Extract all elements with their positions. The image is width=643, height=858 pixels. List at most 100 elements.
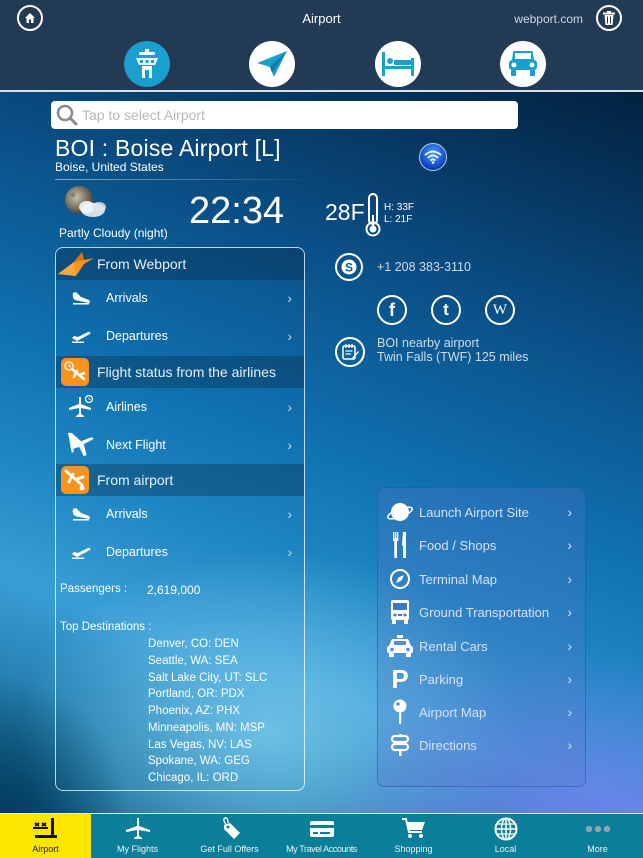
parking-row[interactable]: P Parking › [378, 664, 585, 694]
section-title: From airport [97, 472, 174, 488]
wifi-icon [424, 150, 442, 164]
terminal-map-row[interactable]: Terminal Map › [378, 564, 585, 594]
tab-bar: Airport My Flights Get Full Offers My Tr… [0, 813, 643, 858]
next-flight-row[interactable]: Next Flight › [56, 427, 304, 463]
destinations-label: Top Destinations : [60, 621, 152, 633]
departure-plane-icon [68, 323, 94, 349]
car-icon [509, 51, 537, 76]
twitter-button[interactable]: t [431, 295, 461, 325]
category-cars-button[interactable] [500, 41, 546, 87]
plane-icon [125, 814, 150, 844]
twitter-icon: t [443, 300, 449, 319]
row-label: Directions [419, 737, 477, 753]
chevron-right-icon: › [567, 638, 572, 654]
airport-icon [32, 814, 59, 844]
chevron-right-icon: › [287, 544, 292, 560]
bed-icon [382, 52, 414, 76]
divider [55, 179, 325, 180]
destination-item: Phoenix, AZ: PHX [148, 705, 241, 717]
row-label: Next Flight [106, 438, 166, 452]
airlines-row[interactable]: Airlines › [56, 389, 304, 425]
destination-item: Spokane, WA: GEG [148, 755, 250, 767]
row-label: Launch Airport Site [419, 504, 529, 520]
cart-icon [401, 814, 426, 844]
section-title: From Webport [97, 256, 187, 272]
row-label: Parking [419, 671, 464, 687]
directions-row[interactable]: Directions › [378, 730, 585, 760]
row-label: Ground Transportation [419, 604, 550, 620]
nearby-airport-title: BOI nearby airport [377, 336, 480, 350]
trash-icon [603, 11, 615, 25]
ground-transportation-row[interactable]: Ground Transportation › [378, 597, 585, 627]
airport-name: BOI : Boise Airport [L] [55, 135, 281, 161]
webport-departures-row[interactable]: Departures › [56, 318, 304, 354]
destination-item: Portland, OR: PDX [148, 688, 245, 700]
airport-arrivals-row[interactable]: Arrivals › [56, 496, 304, 532]
food-shops-row[interactable]: Food / Shops › [378, 530, 585, 560]
more-dots-icon [585, 814, 611, 844]
flight-status-icon [61, 358, 89, 386]
airport-map-row[interactable]: Airport Map › [378, 697, 585, 727]
category-flights-button[interactable] [249, 41, 295, 87]
nearby-airport-info[interactable]: BOI nearby airport Twin Falls (TWF) 125 … [377, 336, 528, 364]
airport-search-bar[interactable] [51, 101, 518, 129]
facebook-button[interactable]: f [377, 295, 407, 325]
tab-get-full-offers[interactable]: Get Full Offers [184, 814, 275, 858]
tab-shopping[interactable]: Shopping [368, 814, 459, 858]
compass-icon [387, 566, 413, 592]
airport-departures-row[interactable]: Departures › [56, 534, 304, 570]
wifi-button[interactable] [419, 143, 447, 171]
section-from-airport: From airport [56, 464, 304, 496]
launch-airport-site-row[interactable]: Launch Airport Site › [378, 497, 585, 527]
passengers-label: Passengers : [60, 583, 128, 595]
tab-label: Get Full Offers [200, 844, 259, 854]
arrival-plane-icon [68, 285, 94, 311]
tag-icon [218, 814, 242, 844]
category-airport-button[interactable] [124, 41, 170, 87]
tab-label: More [587, 844, 608, 854]
row-label: Airlines [106, 400, 147, 414]
trash-button[interactable] [596, 5, 622, 31]
nearby-airport-button[interactable] [335, 337, 365, 367]
row-label: Arrivals [106, 507, 148, 521]
wikipedia-icon: W [492, 301, 508, 318]
webport-arrivals-row[interactable]: Arrivals › [56, 280, 304, 316]
tab-label: My Flights [116, 844, 158, 854]
local-time: 22:34 [189, 190, 285, 232]
svg-text:S: S [345, 261, 353, 275]
chevron-right-icon: › [287, 437, 292, 453]
control-tower-icon [136, 49, 158, 78]
taxi-icon [387, 633, 413, 659]
tab-airport[interactable]: Airport [0, 814, 91, 858]
row-label: Departures [106, 545, 168, 559]
destination-item: Denver, CO: DEN [148, 638, 239, 650]
tab-more[interactable]: More [552, 814, 643, 858]
facebook-icon: f [389, 299, 395, 320]
skype-call-button[interactable]: S [335, 253, 363, 281]
airport-search-input[interactable] [82, 107, 502, 123]
globe-icon [387, 499, 413, 525]
section-title: Flight status from the airlines [97, 364, 276, 380]
row-label: Terminal Map [419, 571, 498, 587]
category-hotels-button[interactable] [375, 41, 421, 87]
wikipedia-button[interactable]: W [485, 295, 515, 325]
phone-number[interactable]: +1 208 383-3110 [377, 260, 471, 274]
chevron-right-icon: › [287, 328, 292, 344]
site-link[interactable]: webport.com [514, 12, 583, 26]
tab-local[interactable]: Local [460, 814, 551, 858]
airport-location: Boise, United States [55, 160, 164, 174]
arrival-plane-icon [68, 501, 94, 527]
credit-card-icon [309, 814, 334, 844]
tab-my-travel-accounts[interactable]: My Travel Accounts [276, 814, 367, 858]
chevron-right-icon: › [567, 704, 572, 720]
departure-plane-icon [68, 539, 94, 565]
section-from-webport: From Webport [56, 248, 304, 280]
tab-label: Airport [32, 844, 59, 854]
chevron-right-icon: › [287, 506, 292, 522]
weather-condition: Partly Cloudy (night) [59, 226, 168, 240]
chevron-right-icon: › [287, 290, 292, 306]
parking-icon: P [391, 663, 409, 694]
destination-item: Minneapolis, MN: MSP [148, 722, 265, 734]
tab-my-flights[interactable]: My Flights [92, 814, 183, 858]
rental-cars-row[interactable]: Rental Cars › [378, 631, 585, 661]
